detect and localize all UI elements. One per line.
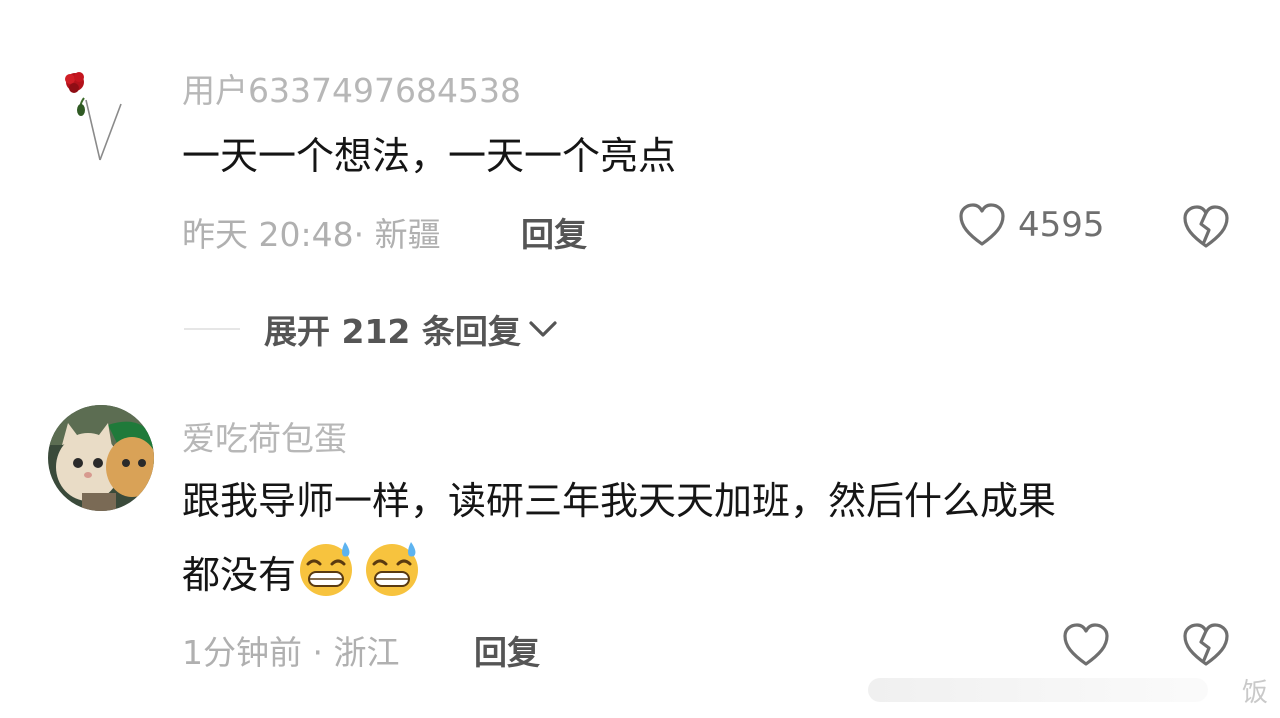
avatar[interactable] — [48, 60, 154, 166]
broken-heart-icon — [1183, 623, 1229, 666]
comment-meta: 昨天 20:48· 新疆 — [182, 215, 441, 254]
heart-icon — [959, 203, 1005, 246]
grimacing-sweat-emoji-icon — [296, 538, 356, 620]
rose-avatar-icon — [48, 60, 154, 166]
heart-icon — [1063, 623, 1109, 666]
dislike-button[interactable] — [1182, 622, 1230, 672]
comment-text: 跟我导师一样，读研三年我天天加班，然后什么成果 — [182, 479, 1057, 523]
watermark-text: 饭 — [1241, 677, 1268, 708]
dislike-button[interactable] — [1182, 204, 1230, 254]
avatar[interactable] — [48, 405, 154, 511]
like-button[interactable]: 4595 — [958, 202, 1105, 248]
watermark-blur — [868, 678, 1208, 702]
grimacing-sweat-emoji-icon — [362, 538, 422, 620]
comment-meta: 1分钟前 · 浙江 — [182, 633, 400, 672]
reply-button[interactable]: 回复 — [521, 208, 587, 256]
chevron-down-icon — [529, 321, 557, 337]
watermark: 饭 — [868, 668, 1280, 712]
reply-button[interactable]: 回复 — [474, 626, 540, 674]
cats-avatar-icon — [48, 405, 154, 511]
like-button[interactable] — [1062, 622, 1110, 668]
comment-text: 都没有 — [182, 553, 297, 597]
expand-replies-label: 展开 212 条回复 — [264, 312, 521, 351]
comment-item: 爱吃荷包蛋 跟我导师一样，读研三年我天天加班，然后什么成果 都没有 1分钟前 · — [0, 380, 1280, 680]
expand-replies-button[interactable]: 展开 212 条回复 — [184, 305, 559, 353]
username[interactable]: 用户6337497684538 — [182, 64, 521, 112]
comment-item: 用户6337497684538 一天一个想法，一天一个亮点 昨天 20:48· … — [0, 0, 1280, 260]
divider — [184, 328, 240, 330]
username[interactable]: 爱吃荷包蛋 — [182, 412, 347, 460]
broken-heart-icon — [1183, 205, 1229, 248]
like-count: 4595 — [1018, 205, 1105, 245]
comment-text-line-2: 都没有 — [182, 538, 428, 620]
comment-text: 一天一个想法，一天一个亮点 — [182, 134, 677, 178]
